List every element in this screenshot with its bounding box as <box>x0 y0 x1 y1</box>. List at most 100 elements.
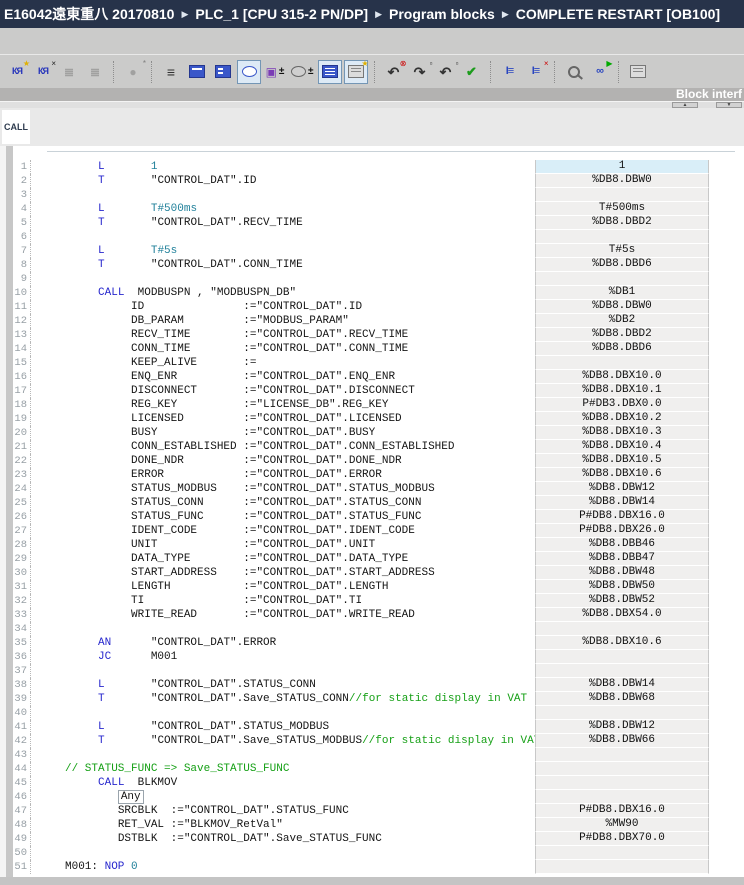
code-line[interactable]: 23 ERROR :="CONTROL_DAT".ERROR%DB8.DBX10… <box>13 468 709 482</box>
code-line[interactable]: 44// STATUS_FUNC => Save_STATUS_FUNC <box>13 762 709 776</box>
code-line[interactable]: 8 T "CONTROL_DAT".CONN_TIME%DB8.DBD6 <box>13 258 709 272</box>
code-line[interactable]: 46 Any <box>13 790 709 804</box>
monitor-on-button[interactable]: I≡ <box>498 60 522 84</box>
code-cell[interactable]: CONN_ESTABLISHED :="CONTROL_DAT".CONN_ES… <box>31 440 535 454</box>
download-block-button[interactable]: ↷▫ <box>408 60 432 84</box>
code-cell[interactable] <box>31 188 535 202</box>
code-line[interactable]: 15 KEEP_ALIVE := <box>13 356 709 370</box>
code-line[interactable]: 32 TI :="CONTROL_DAT".TI%DB8.DBW52 <box>13 594 709 608</box>
code-cell[interactable]: T "CONTROL_DAT".Save_STATUS_CONN//for st… <box>31 692 535 706</box>
code-line[interactable]: 45 CALL BLKMOV <box>13 776 709 790</box>
code-cell[interactable] <box>31 230 535 244</box>
code-cell[interactable] <box>31 748 535 762</box>
code-cell[interactable]: START_ADDRESS :="CONTROL_DAT".START_ADDR… <box>31 566 535 580</box>
code-cell[interactable] <box>31 846 535 860</box>
code-cell[interactable]: LICENSED :="CONTROL_DAT".LICENSED <box>31 412 535 426</box>
code-line[interactable]: 30 START_ADDRESS :="CONTROL_DAT".START_A… <box>13 566 709 580</box>
code-line[interactable]: 39 T "CONTROL_DAT".Save_STATUS_CONN//for… <box>13 692 709 706</box>
code-line[interactable]: 11 ID :="CONTROL_DAT".ID%DB8.DBW0 <box>13 300 709 314</box>
code-cell[interactable]: L T#500ms <box>31 202 535 216</box>
code-line[interactable]: 41 L "CONTROL_DAT".STATUS_MODBUS%DB8.DBW… <box>13 720 709 734</box>
code-cell[interactable]: CONN_TIME :="CONTROL_DAT".CONN_TIME <box>31 342 535 356</box>
code-line[interactable]: 25 STATUS_CONN :="CONTROL_DAT".STATUS_CO… <box>13 496 709 510</box>
code-cell[interactable]: Any <box>31 790 535 804</box>
code-line[interactable]: 4 L T#500msT#500ms <box>13 202 709 216</box>
breadcrumb-project[interactable]: E16042遠東重八 20170810 <box>4 4 174 24</box>
code-line[interactable]: 37 <box>13 664 709 678</box>
code-line[interactable]: 14 CONN_TIME :="CONTROL_DAT".CONN_TIME%D… <box>13 342 709 356</box>
absolute-operands-button[interactable] <box>318 60 342 84</box>
code-line[interactable]: 36 JC M001 <box>13 650 709 664</box>
code-cell[interactable]: CALL BLKMOV <box>31 776 535 790</box>
code-line[interactable]: 12 DB_PARAM :="MODBUS_PARAM"%DB2 <box>13 314 709 328</box>
insert-network-button[interactable]: КЯ★ <box>5 60 29 84</box>
code-line[interactable]: 10 CALL MODBUSPN , "MODBUSPN_DB"%DB1 <box>13 286 709 300</box>
code-cell[interactable]: L "CONTROL_DAT".STATUS_MODBUS <box>31 720 535 734</box>
favorites-button[interactable]: ★ <box>344 60 368 84</box>
code-cell[interactable]: T "CONTROL_DAT".CONN_TIME <box>31 258 535 272</box>
code-line[interactable]: 19 LICENSED :="CONTROL_DAT".LICENSED%DB8… <box>13 412 709 426</box>
code-cell[interactable]: // STATUS_FUNC => Save_STATUS_FUNC <box>31 762 535 776</box>
operand-comments-button[interactable]: ± <box>289 60 316 84</box>
code-cell[interactable]: RET_VAL :="BLKMOV_RetVal" <box>31 818 535 832</box>
code-cell[interactable]: BUSY :="CONTROL_DAT".BUSY <box>31 426 535 440</box>
breadcrumb-program-blocks[interactable]: Program blocks <box>389 6 495 22</box>
code-cell[interactable]: UNIT :="CONTROL_DAT".UNIT <box>31 538 535 552</box>
code-line[interactable]: 29 DATA_TYPE :="CONTROL_DAT".DATA_TYPE%D… <box>13 552 709 566</box>
code-cell[interactable]: ENQ_ENR :="CONTROL_DAT".ENQ_ENR <box>31 370 535 384</box>
code-line[interactable]: 51M001: NOP 0 <box>13 860 709 874</box>
code-line[interactable]: 17 DISCONNECT :="CONTROL_DAT".DISCONNECT… <box>13 384 709 398</box>
code-line[interactable]: 43 <box>13 748 709 762</box>
indent-right-button[interactable]: ≣ <box>57 60 81 84</box>
interface-splitter[interactable]: ▲ ▼ <box>0 101 744 108</box>
code-line[interactable]: 50 <box>13 846 709 860</box>
code-line[interactable]: 34 <box>13 622 709 636</box>
code-cell[interactable]: STATUS_CONN :="CONTROL_DAT".STATUS_CONN <box>31 496 535 510</box>
watch-button[interactable]: ∞▶ <box>588 60 612 84</box>
code-line[interactable]: 3 <box>13 188 709 202</box>
code-cell[interactable]: AN "CONTROL_DAT".ERROR <box>31 636 535 650</box>
code-line[interactable]: 13 RECV_TIME :="CONTROL_DAT".RECV_TIME%D… <box>13 328 709 342</box>
code-line[interactable]: 24 STATUS_MODBUS :="CONTROL_DAT".STATUS_… <box>13 482 709 496</box>
code-cell[interactable]: CALL MODBUSPN , "MODBUSPN_DB" <box>31 286 535 300</box>
code-cell[interactable]: WRITE_READ :="CONTROL_DAT".WRITE_READ <box>31 608 535 622</box>
code-cell[interactable]: STATUS_FUNC :="CONTROL_DAT".STATUS_FUNC <box>31 510 535 524</box>
symbolic-operands-button[interactable]: ▣± <box>263 60 287 84</box>
code-cell[interactable]: IDENT_CODE :="CONTROL_DAT".IDENT_CODE <box>31 524 535 538</box>
code-line[interactable]: 40 <box>13 706 709 720</box>
code-cell[interactable]: M001: NOP 0 <box>31 860 535 874</box>
find-replace-button[interactable] <box>562 60 586 84</box>
open-editor-button[interactable] <box>626 60 650 84</box>
code-cell[interactable]: DISCONNECT :="CONTROL_DAT".DISCONNECT <box>31 384 535 398</box>
code-line[interactable]: 26 STATUS_FUNC :="CONTROL_DAT".STATUS_FU… <box>13 510 709 524</box>
code-cell[interactable] <box>31 706 535 720</box>
code-line[interactable]: 49 DSTBLK :="CONTROL_DAT".Save_STATUS_FU… <box>13 832 709 846</box>
code-cell[interactable]: DATA_TYPE :="CONTROL_DAT".DATA_TYPE <box>31 552 535 566</box>
indent-left-button[interactable]: ≣ <box>83 60 107 84</box>
block-interface-bar[interactable]: Block interf <box>0 88 744 101</box>
discard-changes-button[interactable]: ↶⊗ <box>382 60 406 84</box>
code-line[interactable]: 21 CONN_ESTABLISHED :="CONTROL_DAT".CONN… <box>13 440 709 454</box>
update-data-blocks-button[interactable]: ●* <box>121 60 145 84</box>
code-line[interactable]: 9 <box>13 272 709 286</box>
code-cell[interactable]: T "CONTROL_DAT".RECV_TIME <box>31 216 535 230</box>
breadcrumb-block[interactable]: COMPLETE RESTART [OB100] <box>516 6 720 22</box>
code-line[interactable]: 35 AN "CONTROL_DAT".ERROR%DB8.DBX10.6 <box>13 636 709 650</box>
code-line[interactable]: 6 <box>13 230 709 244</box>
consistency-check-button[interactable]: ✔ <box>460 60 484 84</box>
code-cell[interactable]: T "CONTROL_DAT".ID <box>31 174 535 188</box>
breadcrumb-plc[interactable]: PLC_1 [CPU 315-2 PN/DP] <box>195 6 368 22</box>
upload-block-button[interactable]: ↶▫ <box>434 60 458 84</box>
code-cell[interactable] <box>31 272 535 286</box>
code-cell[interactable]: RECV_TIME :="CONTROL_DAT".RECV_TIME <box>31 328 535 342</box>
code-cell[interactable]: SRCBLK :="CONTROL_DAT".STATUS_FUNC <box>31 804 535 818</box>
code-line[interactable]: 31 LENGTH :="CONTROL_DAT".LENGTH%DB8.DBW… <box>13 580 709 594</box>
code-cell[interactable]: T "CONTROL_DAT".Save_STATUS_MODBUS//for … <box>31 734 535 748</box>
code-line[interactable]: 5 T "CONTROL_DAT".RECV_TIME%DB8.DBD2 <box>13 216 709 230</box>
tab-call[interactable]: CALL <box>2 110 30 144</box>
code-line[interactable]: 27 IDENT_CODE :="CONTROL_DAT".IDENT_CODE… <box>13 524 709 538</box>
network-overview-button[interactable]: ≡ <box>159 60 183 84</box>
code-line[interactable]: 2 T "CONTROL_DAT".ID%DB8.DBW0 <box>13 174 709 188</box>
code-line[interactable]: 1 L 11 <box>13 160 709 174</box>
code-cell[interactable]: DB_PARAM :="MODBUS_PARAM" <box>31 314 535 328</box>
